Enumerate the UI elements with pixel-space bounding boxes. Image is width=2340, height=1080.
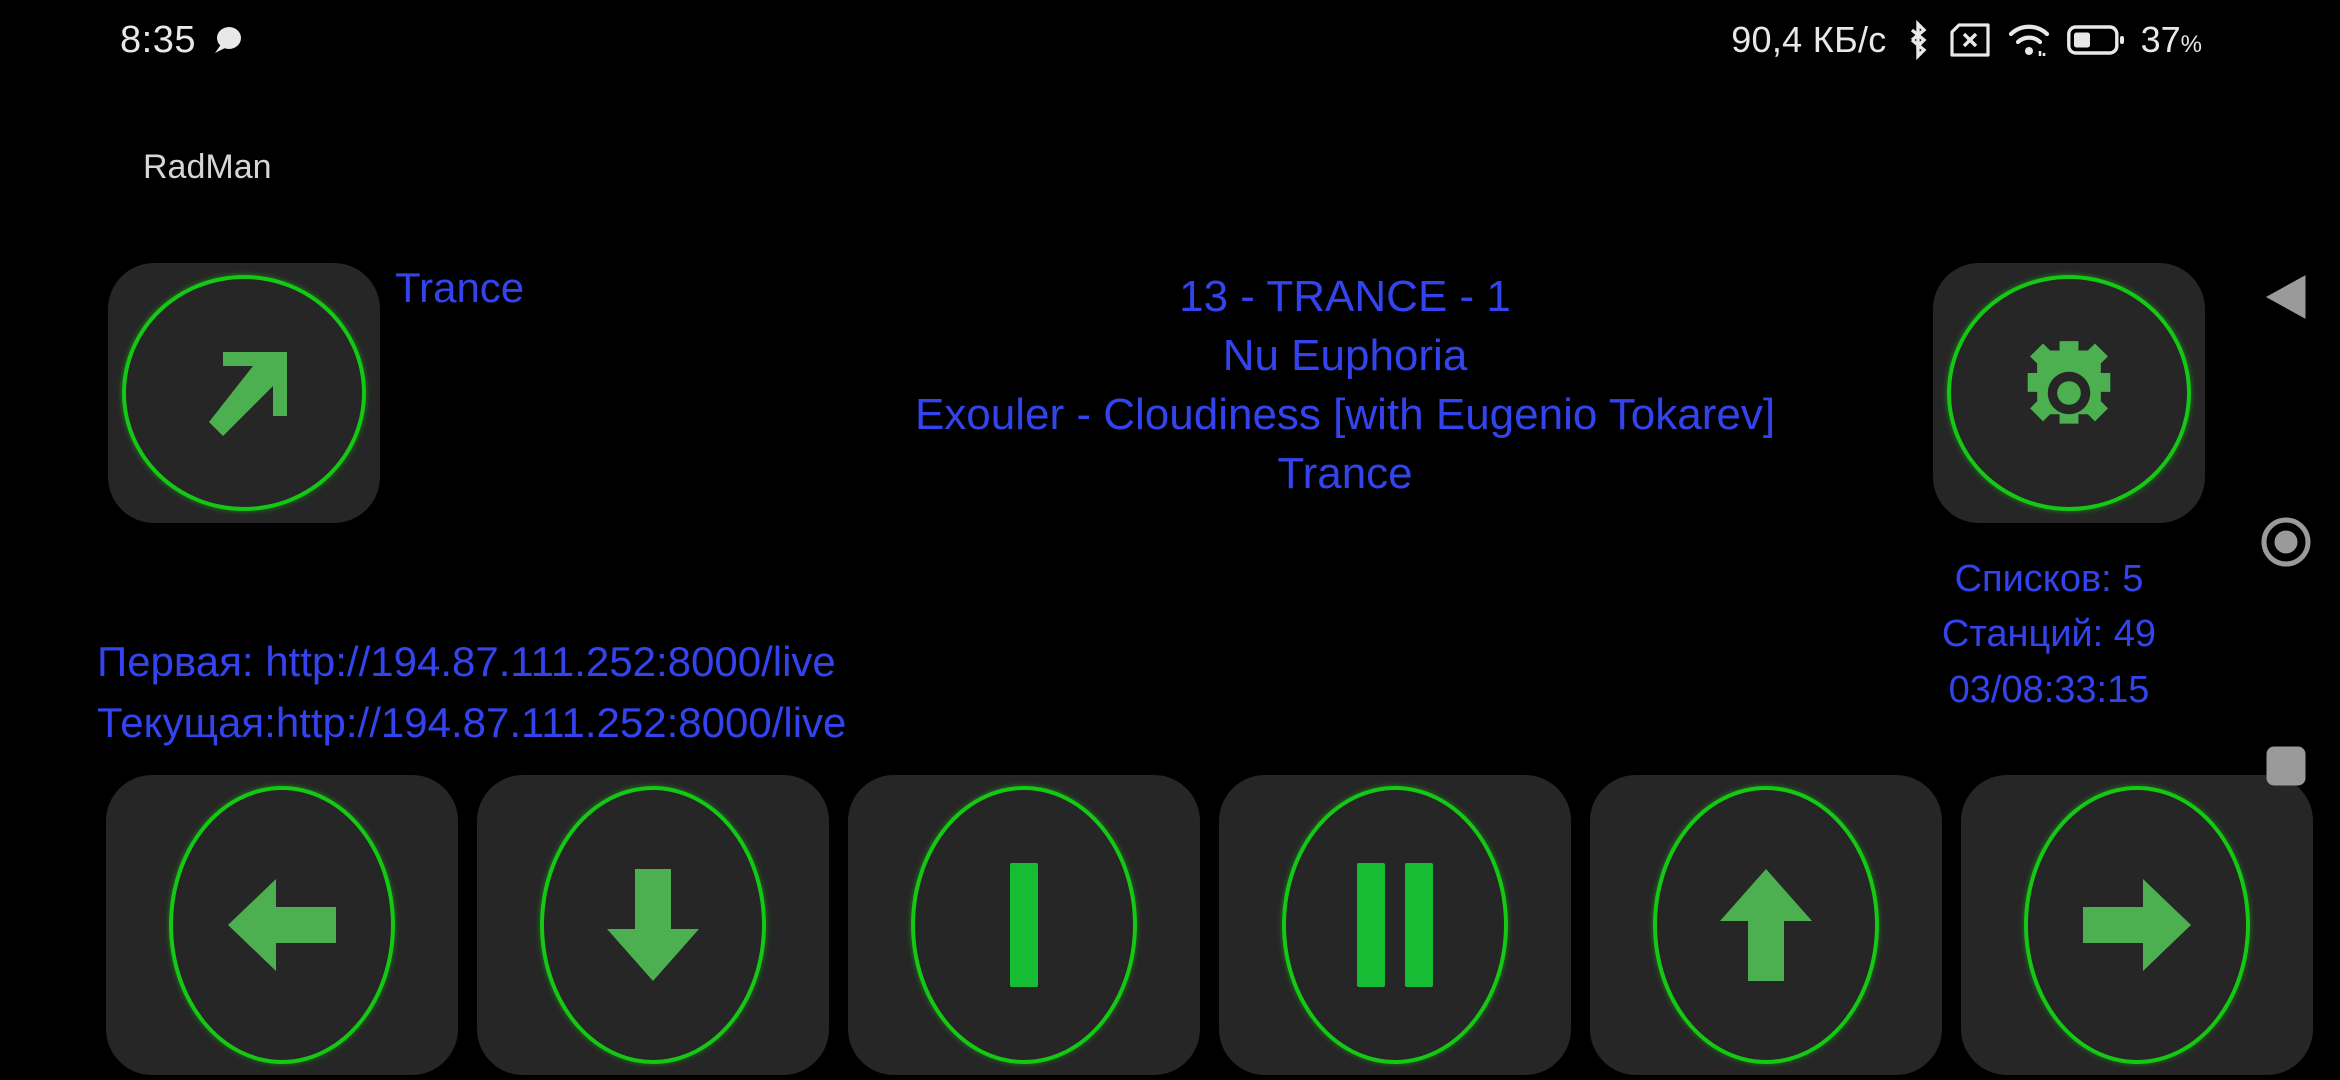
battery-percent: 37% <box>2141 19 2202 61</box>
status-clock: 8:35 <box>120 18 196 61</box>
first-url-row: Первая: http://194.87.111.252:8000/live <box>97 632 846 693</box>
genre-button-ring <box>122 275 366 511</box>
genre-select-button[interactable] <box>108 263 380 523</box>
pause-button[interactable] <box>1219 775 1571 1075</box>
pause-icon <box>1347 861 1443 989</box>
sim-card-missing-icon <box>1949 23 1991 57</box>
wifi-icon <box>2007 22 2051 58</box>
prev-station-up-button[interactable] <box>1590 775 1942 1075</box>
stat-lists: Списков: 5 <box>1954 558 2144 600</box>
arrow-right-icon <box>2077 871 2197 979</box>
first-url-value: http://194.87.111.252:8000/live <box>265 638 836 685</box>
next-station-down-button[interactable] <box>477 775 829 1075</box>
battery-percent-symbol: % <box>2180 31 2202 58</box>
status-bar: 8:35 90,4 КБ/с 37% <box>0 0 2340 80</box>
stat-timer: 03/08:33:15 <box>1948 668 2150 711</box>
stats-block: Списков: 5 Станций: 49 03/08:33:15 <box>1884 552 2214 718</box>
stream-url-block: Первая: http://194.87.111.252:8000/live … <box>97 632 846 754</box>
next-station-down-ring <box>540 786 766 1064</box>
settings-button-ring <box>1947 275 2191 511</box>
arrow-down-icon <box>599 863 707 987</box>
battery-icon <box>2066 24 2125 56</box>
arrow-up-icon <box>1712 863 1820 987</box>
current-url-label: Текущая: <box>97 698 276 746</box>
arrow-left-icon <box>222 871 342 979</box>
home-circle-icon <box>2260 516 2312 568</box>
battery-percent-value: 37 <box>2140 19 2181 60</box>
back-triangle-icon <box>2263 272 2309 322</box>
nav-home-button[interactable] <box>2260 516 2312 568</box>
gear-icon <box>2010 334 2128 452</box>
transport-controls <box>106 775 2313 1075</box>
arrow-up-right-icon <box>189 338 299 448</box>
prev-station-up-ring <box>1653 786 1879 1064</box>
status-bar-left: 8:35 <box>120 19 244 62</box>
settings-button[interactable] <box>1933 263 2205 523</box>
nav-back-button[interactable] <box>2263 272 2309 322</box>
network-speed-label: 90,4 КБ/с <box>1731 19 1887 60</box>
next-list-ring <box>2024 786 2250 1064</box>
pause-button-ring <box>1282 786 1508 1064</box>
stat-stations: Станций: 49 <box>1941 613 2157 656</box>
nav-recents-button[interactable] <box>2265 745 2307 787</box>
bluetooth-icon <box>1903 20 1933 60</box>
prev-list-ring <box>169 786 395 1064</box>
first-url-label: Первая: <box>97 638 254 685</box>
prev-list-button[interactable] <box>106 775 458 1075</box>
stop-button-ring <box>911 786 1137 1064</box>
current-url-row: Текущая:http://194.87.111.252:8000/live <box>97 693 846 754</box>
stop-bar-icon <box>1002 861 1046 989</box>
status-bar-right: 90,4 КБ/с 37% <box>1731 19 2202 61</box>
android-navigation-bar <box>2232 0 2340 1080</box>
stop-button[interactable] <box>848 775 1200 1075</box>
speech-bubble-icon <box>210 23 244 57</box>
current-url-value: http://194.87.111.252:8000/live <box>275 698 847 746</box>
app-title: RadMan <box>143 148 272 186</box>
recents-square-icon <box>2265 745 2307 787</box>
